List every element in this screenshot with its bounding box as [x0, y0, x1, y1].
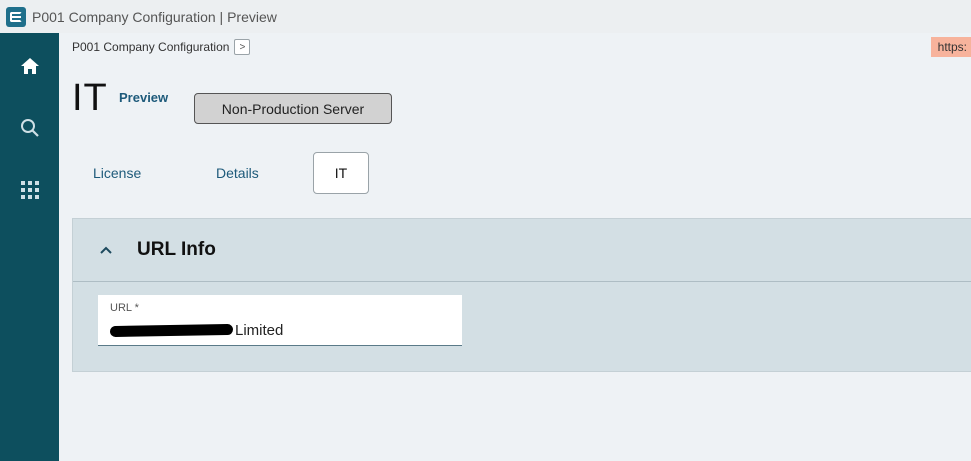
window-title: P001 Company Configuration | Preview [32, 8, 277, 25]
server-badge: Non-Production Server [194, 93, 392, 124]
section-header[interactable]: URL Info [73, 219, 971, 282]
main-content: P001 Company Configuration > https: IT P… [59, 33, 971, 461]
nav-rail [0, 33, 59, 461]
url-info-section: URL Info URL * Limited [72, 218, 971, 372]
breadcrumb-chevron-icon[interactable]: > [234, 39, 251, 55]
tab-details[interactable]: Details [216, 152, 259, 194]
nav-search-button[interactable] [0, 108, 59, 148]
tab-license[interactable]: License [93, 152, 141, 194]
url-field[interactable]: URL * Limited [98, 295, 462, 346]
home-icon [20, 58, 39, 74]
grid-icon [20, 181, 39, 199]
search-icon [20, 119, 39, 137]
url-field-value-text: Limited [235, 322, 284, 339]
url-field-label: URL * [110, 302, 139, 314]
window-title-bar: P001 Company Configuration | Preview [0, 0, 971, 33]
tab-it[interactable]: IT [313, 152, 369, 194]
breadcrumb-item[interactable]: P001 Company Configuration [72, 40, 229, 54]
environment-url-badge: https: [930, 37, 971, 57]
nav-home-button[interactable] [0, 46, 59, 86]
breadcrumb: P001 Company Configuration > [72, 39, 251, 55]
redaction-mark [109, 323, 234, 338]
app-logo-icon [6, 6, 26, 27]
nav-apps-button[interactable] [0, 170, 59, 210]
chevron-up-icon[interactable] [99, 243, 113, 257]
section-title: URL Info [137, 239, 216, 260]
url-field-value[interactable]: Limited [109, 322, 284, 339]
page-title: IT [72, 77, 108, 119]
preview-label: Preview [119, 90, 169, 105]
